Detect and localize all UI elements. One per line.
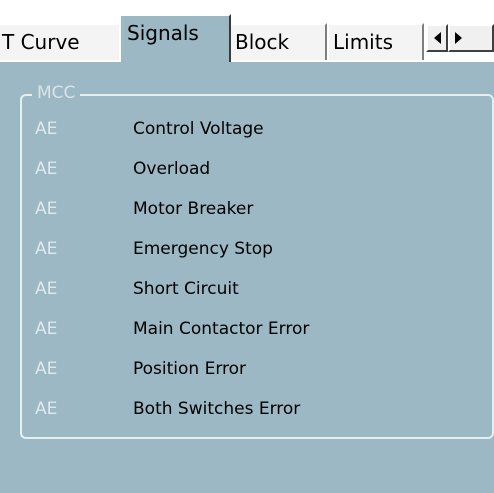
triangle-right-icon [455, 32, 462, 44]
signal-code: AE [35, 119, 58, 139]
signal-label: Overload [133, 159, 211, 179]
tab-limits[interactable]: Limits [327, 23, 424, 60]
tab-block[interactable]: Block [229, 23, 327, 60]
signal-code: AE [35, 159, 58, 179]
group-title: MCC [32, 82, 81, 104]
tab-strip: T Curve Block Limits Signals [0, 0, 494, 62]
signal-code: AE [35, 199, 58, 219]
signal-row: AE Overload [22, 158, 482, 198]
signal-code: AE [35, 359, 58, 379]
signal-code: AE [35, 239, 58, 259]
signal-row: AE Both Switches Error [22, 398, 482, 438]
signal-label: Control Voltage [133, 119, 264, 139]
signals-panel: MCC AE Control Voltage AE Overload AE Mo… [0, 60, 494, 493]
triangle-left-icon [434, 32, 441, 44]
signal-code: AE [35, 319, 58, 339]
signal-label: Both Switches Error [133, 399, 301, 419]
tab-scroll-right-button[interactable] [448, 24, 494, 52]
tab-scroll-left-button[interactable] [426, 24, 448, 52]
signal-row: AE Control Voltage [22, 118, 482, 158]
signal-label: Position Error [133, 359, 247, 379]
signal-row: AE Main Contactor Error [22, 318, 482, 358]
tab-t-curve[interactable]: T Curve [0, 23, 121, 60]
signal-code: AE [35, 399, 58, 419]
signal-row: AE Emergency Stop [22, 238, 482, 278]
signal-label: Motor Breaker [133, 199, 254, 219]
signal-row: AE Position Error [22, 358, 482, 398]
signal-label: Short Circuit [133, 279, 239, 299]
signal-label: Emergency Stop [133, 239, 273, 259]
signal-code: AE [35, 279, 58, 299]
signal-row: AE Short Circuit [22, 278, 482, 318]
signal-row: AE Motor Breaker [22, 198, 482, 238]
tab-signals[interactable]: Signals [119, 14, 231, 62]
mcc-group-box: MCC AE Control Voltage AE Overload AE Mo… [20, 82, 494, 439]
signal-label: Main Contactor Error [133, 319, 310, 339]
